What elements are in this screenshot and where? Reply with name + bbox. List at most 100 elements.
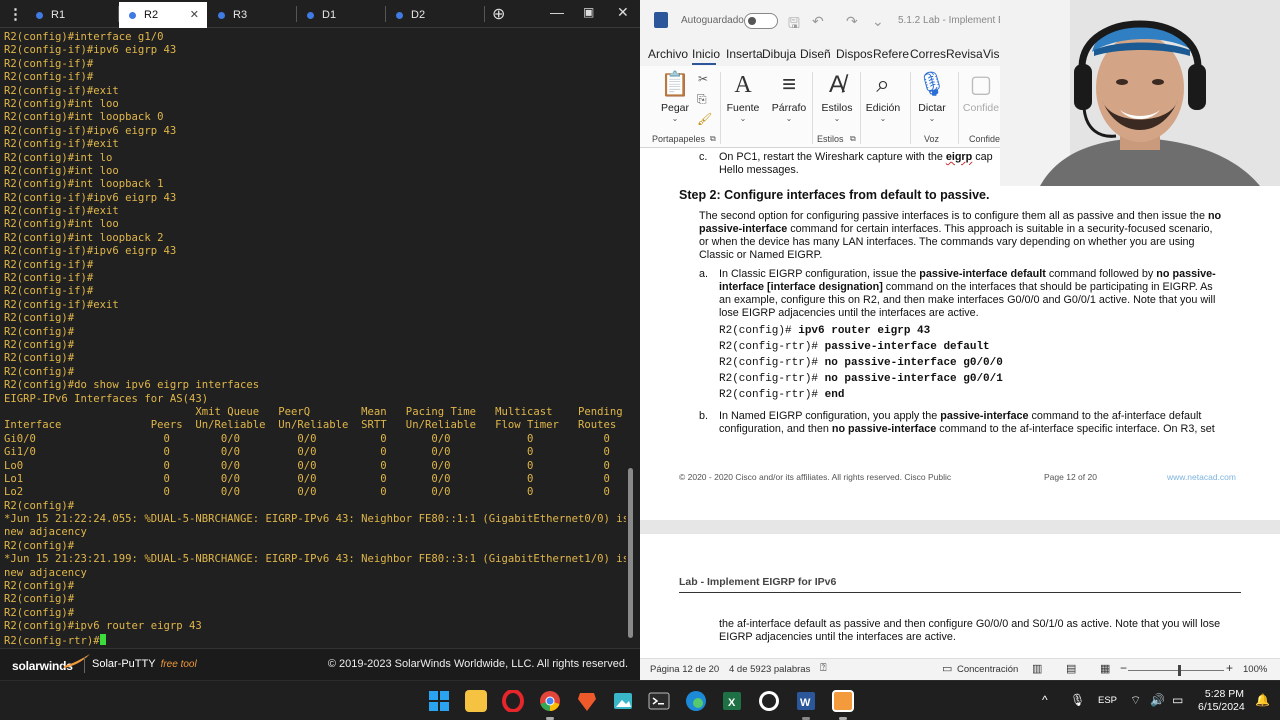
dialog-launcher-icon[interactable]: ⧉ (710, 134, 716, 144)
brave-icon[interactable] (576, 690, 598, 712)
minimize-icon[interactable]: — (550, 4, 564, 20)
word-icon[interactable]: W (795, 690, 817, 712)
tab-correspondencia[interactable]: Corres (910, 47, 946, 61)
paragraph-button[interactable]: ≡ Párrafo ⌄ (770, 70, 808, 123)
battery-icon[interactable]: ▭ (1172, 693, 1183, 707)
tab-insertar[interactable]: Inserta (726, 47, 763, 61)
wifi-icon[interactable]: ⌔ (1130, 693, 1141, 708)
focus-icon[interactable]: ▭ (942, 662, 952, 675)
chevron-up-icon[interactable]: ^ (1042, 693, 1048, 707)
opera-icon[interactable] (502, 689, 524, 713)
document-page[interactable]: c. On PC1, restart the Wireshark capture… (640, 148, 1280, 520)
web-layout-icon[interactable]: ▦ (1100, 662, 1110, 675)
menu-icon[interactable]: ⋮ (8, 5, 23, 23)
tab-vista[interactable]: Vis (983, 47, 999, 61)
terminal-line: R2(config-if)#exit (4, 84, 119, 97)
zoom-out-icon[interactable]: − (1120, 661, 1127, 675)
confidentiality-button[interactable]: ▢ Confide (962, 70, 1000, 114)
solar-putty-icon[interactable] (832, 690, 854, 712)
styles-button[interactable]: A̸ Estilos ⌄ (818, 70, 856, 123)
file-explorer-icon[interactable] (465, 690, 487, 712)
cut-icon[interactable]: ✂ (698, 72, 708, 86)
editing-button[interactable]: ⌕ Edición ⌄ (864, 70, 902, 123)
print-layout-icon[interactable]: ▤ (1066, 662, 1076, 675)
terminal-line: R2(config-if)#exit (4, 205, 119, 218)
tab-d1[interactable]: D1 (297, 2, 385, 28)
tab-disposicion[interactable]: Dispos (836, 47, 873, 61)
photos-icon[interactable] (612, 690, 634, 712)
terminal-line: R2(config)# (4, 606, 75, 619)
terminal-line: R2(config-if)#exit (4, 138, 119, 151)
list-item-a-line: lose EIGRP adjacencies until the interfa… (719, 307, 979, 319)
tab-diseno[interactable]: Diseñ (800, 47, 831, 61)
maximize-icon[interactable]: ▣ (583, 5, 594, 19)
zoom-slider-thumb[interactable] (1178, 665, 1181, 676)
clock[interactable]: 5:28 PM 6/15/2024 (1198, 688, 1245, 714)
volume-icon[interactable]: 🔊 (1150, 693, 1165, 707)
page-count[interactable]: Página 12 de 20 (650, 664, 719, 675)
putty-footer: solarwinds Solar-PuTTY free tool © 2019-2… (0, 648, 640, 680)
paragraph-line: the af-interface default as passive and … (719, 618, 1221, 630)
edge-icon[interactable] (685, 690, 707, 712)
accessibility-icon[interactable]: ⍰ (820, 662, 827, 675)
terminal-line: R2(config)#int loo (4, 164, 119, 177)
terminal-icon[interactable] (648, 690, 670, 712)
keyboard-language[interactable]: ESP (1098, 695, 1117, 706)
terminal-line: new adjacency (4, 526, 87, 539)
tab-r3[interactable]: R3 (208, 2, 296, 28)
close-icon[interactable]: ✕ (617, 4, 629, 21)
notification-icon[interactable]: 🔔 (1255, 693, 1270, 707)
dictate-button[interactable]: 🎙 Dictar ⌄ (914, 70, 950, 123)
terminal-scrollbar[interactable] (628, 468, 633, 638)
tab-referencias[interactable]: Refere (873, 47, 909, 61)
redo-icon[interactable]: ↷ (846, 13, 858, 30)
copy-icon[interactable]: ⎘ (697, 92, 707, 107)
format-painter-icon[interactable]: 🖌 (697, 112, 712, 126)
tab-revisar[interactable]: Revisa (946, 47, 983, 61)
microphone-icon[interactable]: 🎙 (1070, 693, 1085, 707)
autosave-toggle[interactable] (744, 13, 778, 29)
paragraph-icon: ≡ (781, 71, 796, 98)
more-icon[interactable]: ⌄ (872, 13, 884, 30)
terminal-line: R2(config-if)# (4, 258, 94, 271)
excel-icon[interactable]: X (721, 690, 743, 712)
group-estilos: Estilos (817, 134, 844, 144)
terminal-line: R2(config)# (4, 325, 75, 338)
tab-d2[interactable]: D2 (386, 2, 482, 28)
close-tab-icon[interactable]: ✕ (190, 8, 199, 21)
tab-r1[interactable]: R1 (26, 2, 118, 28)
solarwinds-logo: solarwinds (12, 654, 90, 673)
github-desktop-icon[interactable] (758, 690, 780, 712)
tab-archivo[interactable]: Archivo (648, 47, 688, 61)
zoom-level[interactable]: 100% (1243, 664, 1267, 675)
focus-mode[interactable]: Concentración (957, 664, 1018, 675)
step-heading: Step 2: Configure interfaces from defaul… (679, 188, 990, 202)
tab-r2[interactable]: R2 ✕ (119, 2, 207, 28)
word-count[interactable]: 4 de 5923 palabras (729, 664, 810, 675)
save-icon[interactable]: 🖫 (788, 13, 800, 37)
undo-icon[interactable]: ↶ (812, 13, 824, 30)
zoom-in-icon[interactable]: + (1226, 661, 1233, 675)
font-button[interactable]: A Fuente ⌄ (726, 70, 760, 123)
terminal-line: R2(config-if)# (4, 71, 94, 84)
document-page[interactable]: Lab - Implement EIGRP for IPv6 the af-in… (640, 534, 1280, 658)
zoom-slider[interactable] (1128, 670, 1224, 671)
start-button[interactable] (428, 690, 450, 712)
group-voz: Voz (924, 134, 940, 144)
clock-date: 6/15/2024 (1198, 701, 1245, 713)
styles-icon: A̸ (828, 71, 845, 98)
terminal-prompt-line[interactable]: R2(config-rtr)# (4, 633, 626, 646)
dialog-launcher-icon[interactable]: ⧉ (850, 134, 856, 144)
tab-inicio[interactable]: Inicio (692, 47, 720, 61)
terminal-output[interactable]: R2(config)#interface g1/0 R2(config-if)#i… (0, 30, 626, 646)
list-item-c-line2: Hello messages. (719, 164, 799, 176)
terminal-line: R2(config)# (4, 365, 75, 378)
new-tab-icon[interactable]: ⊕ (492, 4, 505, 24)
paste-button[interactable]: 📋 Pegar ⌄ (658, 70, 692, 123)
page-header: Lab - Implement EIGRP for IPv6 (679, 576, 837, 588)
tab-dibujar[interactable]: Dibuja (762, 47, 796, 61)
read-mode-icon[interactable]: ▥ (1032, 662, 1042, 675)
page-footer-site[interactable]: www.netacad.com (1167, 471, 1236, 484)
chrome-icon[interactable] (539, 690, 561, 712)
paragraph-line: passive-interface command for certain in… (699, 223, 1213, 235)
